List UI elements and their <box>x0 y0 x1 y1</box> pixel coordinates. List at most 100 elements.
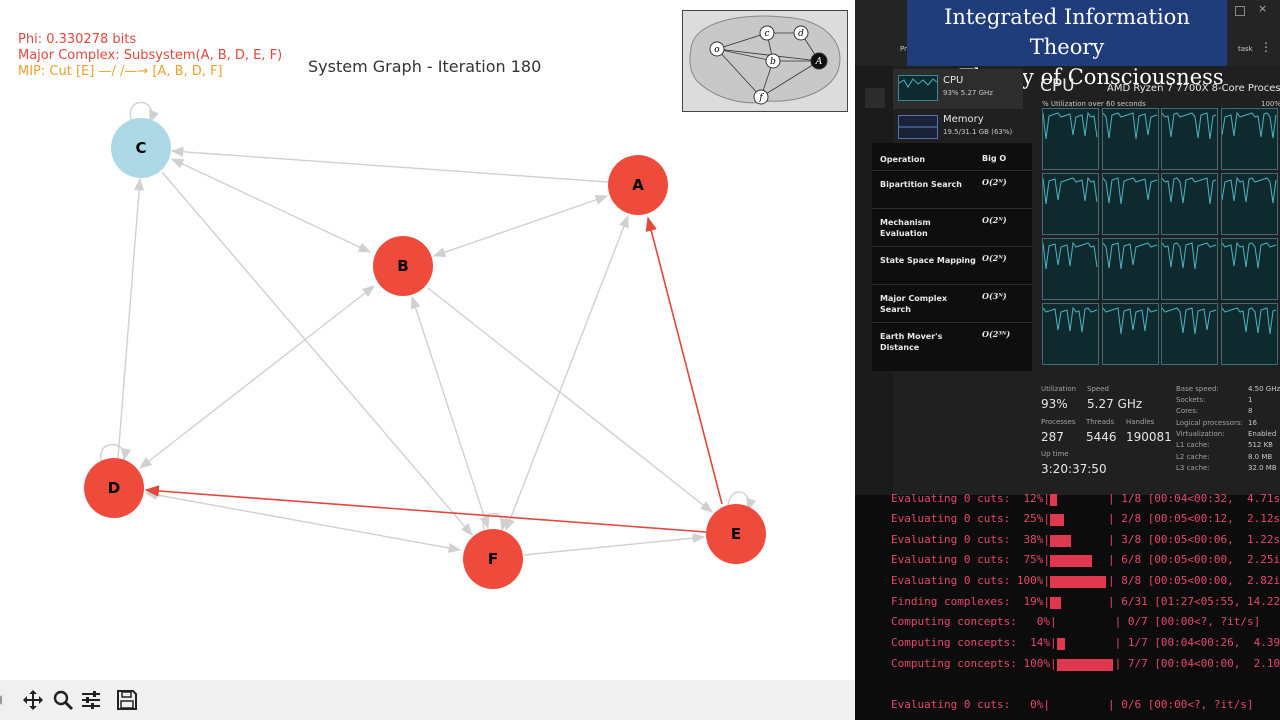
edge-b-d <box>139 285 375 469</box>
more-options-icon[interactable]: ⋮ <box>1260 40 1272 54</box>
stat-utilization-value: 93% <box>1041 397 1068 411</box>
edge-b-e <box>427 287 713 513</box>
terminal-line-suffix: | 1/8 [00:04<00:32, 4.71s/it] <box>1107 492 1280 505</box>
sidebar-item-cpu[interactable]: CPU 93% 5.27 GHz <box>893 69 1023 109</box>
terminal-line: Computing concepts: 100%| | 7/7 [00:04<00… <box>891 657 1280 671</box>
terminal-line-suffix: | 6/8 [00:05<00:00, 2.25it/s] <box>1107 553 1280 566</box>
progress-bar <box>1049 554 1108 567</box>
cpu-core-graph <box>1220 108 1278 170</box>
terminal-line: Evaluating 0 cuts: 0%| | 0/6 [00:00<?, ?i… <box>891 698 1254 712</box>
brain-diagram-thumbnail: o c d b A f <box>682 10 848 112</box>
edge-b-a <box>432 194 609 258</box>
terminal-line: Evaluating 0 cuts: 38%| | 3/8 [00:05<00:0… <box>891 533 1280 547</box>
stat-uptime-label: Up time <box>1041 450 1069 458</box>
table-bigo: O(3ᴺ) <box>982 291 1007 301</box>
progress-bar <box>1056 637 1115 650</box>
progress-bar <box>1049 534 1108 547</box>
stat-handles-label: Handles <box>1126 418 1155 426</box>
header-partial-left: Pr <box>900 45 907 53</box>
close-icon[interactable]: × <box>1258 2 1267 15</box>
terminal-line-prefix: Computing concepts: 0%| <box>891 615 1057 628</box>
detail-key: L2 cache: <box>1176 453 1210 461</box>
cpu-core-graph <box>1161 303 1218 365</box>
cpu-core-graphs <box>1042 108 1278 368</box>
progress-bar <box>1056 658 1115 671</box>
table-bigo: O(2ᴺ) <box>982 253 1007 263</box>
terminal-line-prefix: Finding complexes: 19%| <box>891 595 1050 608</box>
terminal-line: Computing concepts: 14%| | 1/7 [00:04<00:… <box>891 636 1280 650</box>
table-op: Earth Mover's Distance <box>880 332 943 352</box>
cpu-core-graph <box>1101 173 1159 235</box>
table-op: State Space Mapping <box>880 256 976 265</box>
node-label-e: E <box>731 525 741 543</box>
zoom-icon[interactable] <box>50 688 76 712</box>
node-label-f: F <box>488 550 498 568</box>
cpu-core-graph <box>1161 173 1218 235</box>
terminal-line: Evaluating 0 cuts: 100%| | 8/8 [00:05<00:… <box>891 574 1280 588</box>
terminal-line-suffix: | 6/31 [01:27<05:55, 14.22s/it] <box>1107 595 1280 608</box>
terminal-line-suffix: | 0/7 [00:00<?, ?it/s] <box>1114 615 1261 628</box>
stat-processes-label: Processes <box>1041 418 1076 426</box>
cpu-core-graph <box>1101 108 1159 170</box>
detail-key: Logical processors: <box>1176 419 1243 427</box>
cpu-core-graph <box>1042 173 1099 235</box>
terminal-output[interactable]: Evaluating 0 cuts: 12%| | 1/8 [00:04<00:3… <box>855 492 1280 720</box>
cpu-core-graph <box>1042 108 1099 170</box>
stat-speed-value: 5.27 GHz <box>1087 397 1143 411</box>
cpu-core-graph <box>1220 173 1278 235</box>
detail-value: 8 <box>1248 407 1253 415</box>
stat-speed-label: Speed <box>1087 385 1109 393</box>
thumb-node-d: d <box>798 29 804 39</box>
cpu-mini-graph <box>898 75 938 101</box>
edge-f-e <box>523 533 706 556</box>
table-bigo: O(2ᴺ) <box>982 215 1007 225</box>
stat-handles-value: 190081 <box>1126 430 1172 444</box>
nav-icon[interactable] <box>865 88 885 108</box>
terminal-line-suffix: | 3/8 [00:05<00:06, 1.22s/it] <box>1107 533 1280 546</box>
table-bigo: O(2³ᴺ) <box>982 329 1011 339</box>
title-banner: Integrated Information Theory as a Theor… <box>907 0 1227 89</box>
right-panel: Pr task × ⋮ Integrated Information Theor… <box>855 0 1280 720</box>
table-op: Major Complex Search <box>880 294 948 314</box>
detail-key: Virtualization: <box>1176 430 1225 438</box>
maximize-icon[interactable] <box>1235 6 1245 16</box>
terminal-line: Finding complexes: 19%| | 6/31 [01:27<05:… <box>891 595 1280 609</box>
cpu-core-graph <box>1042 238 1099 300</box>
cut-edge-e-d <box>144 485 707 533</box>
back-icon[interactable] <box>0 688 12 712</box>
stat-utilization-label: Utilization <box>1041 385 1077 393</box>
detail-key: L3 cache: <box>1176 464 1210 472</box>
memory-mini-graph <box>898 115 938 139</box>
edge-d-c <box>117 177 145 459</box>
detail-key: Cores: <box>1176 407 1199 415</box>
edge-f-b <box>410 295 490 530</box>
sidebar-item-memory[interactable]: Memory 19.5/31.1 GB (63%) <box>893 110 1023 144</box>
detail-value: 32.0 MB <box>1248 464 1277 472</box>
stat-threads-label: Threads <box>1086 418 1115 426</box>
node-label-b: B <box>397 257 408 275</box>
cpu-core-graph <box>1161 108 1218 170</box>
cut-edge-e-a <box>645 216 723 505</box>
configure-icon[interactable] <box>78 688 104 712</box>
table-header-operation: Operation <box>880 155 926 164</box>
stat-processes-value: 287 <box>1041 430 1064 444</box>
cpu-core-graph <box>1101 238 1159 300</box>
save-icon[interactable] <box>114 688 140 712</box>
table-bigo: O(2ᴺ) <box>982 177 1007 187</box>
terminal-line-suffix: | 1/7 [00:04<00:26, 4.39s/it] <box>1114 636 1280 649</box>
node-label-d: D <box>108 479 120 497</box>
pan-icon[interactable] <box>20 688 46 712</box>
node-label-a: A <box>632 176 644 194</box>
detail-value: 1 <box>1248 396 1253 404</box>
detail-key: L1 cache: <box>1176 441 1210 449</box>
terminal-line: Computing concepts: 0%| | 0/7 [00:00<?, ?… <box>891 615 1260 629</box>
edge-f-a <box>505 214 629 532</box>
terminal-line: Evaluating 0 cuts: 12%| | 1/8 [00:04<00:3… <box>891 492 1280 506</box>
progress-bar <box>1050 699 1108 712</box>
table-row: Mechanism Evaluation O(2ᴺ) <box>872 208 1032 247</box>
header-partial-right: task <box>1238 45 1253 53</box>
terminal-line-suffix: | 2/8 [00:05<00:12, 2.12s/it] <box>1107 512 1280 525</box>
sidebar-memory-name: Memory <box>943 114 984 125</box>
detail-key: Base speed: <box>1176 385 1219 393</box>
table-header-bigo: Big O <box>982 154 1007 163</box>
